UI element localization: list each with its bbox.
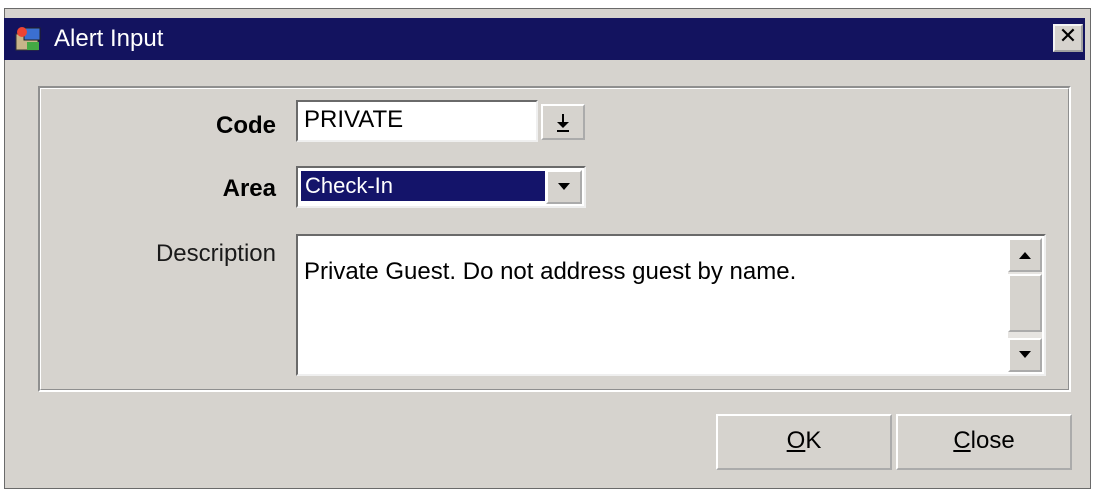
description-textarea[interactable]: Private Guest. Do not address guest by n… xyxy=(296,234,1046,376)
close-mnemonic: C xyxy=(953,427,971,454)
window-title: Alert Input xyxy=(54,25,164,52)
area-dropdown-button[interactable] xyxy=(546,170,582,204)
close-button[interactable]: Close xyxy=(896,414,1072,470)
ok-label-rest: K xyxy=(805,427,822,454)
chevron-up-icon xyxy=(1019,252,1031,259)
scroll-thumb[interactable] xyxy=(1008,274,1042,332)
description-text: Private Guest. Do not address guest by n… xyxy=(304,258,797,285)
title-bar: Alert Input ✕ xyxy=(4,18,1085,60)
download-arrow-icon xyxy=(557,114,569,132)
area-dropdown[interactable]: Check-In xyxy=(296,166,586,208)
chevron-down-icon xyxy=(558,183,570,190)
chevron-down-icon xyxy=(1019,351,1031,358)
code-field[interactable]: PRIVATE xyxy=(296,100,538,142)
area-selected-value: Check-In xyxy=(301,171,545,201)
ok-button[interactable]: OK xyxy=(716,414,892,470)
close-label-rest: lose xyxy=(970,427,1015,454)
ok-mnemonic: O xyxy=(786,427,806,454)
scroll-down-button[interactable] xyxy=(1008,338,1042,372)
top-strip xyxy=(0,0,1093,8)
description-label: Description xyxy=(155,240,276,267)
window-close-button[interactable]: ✕ xyxy=(1053,24,1083,52)
area-label: Area xyxy=(222,175,276,202)
code-lov-button[interactable] xyxy=(541,104,585,140)
code-label: Code xyxy=(216,112,276,139)
scroll-up-button[interactable] xyxy=(1008,238,1042,272)
app-icon xyxy=(15,27,41,51)
description-scrollbar[interactable] xyxy=(1008,238,1042,372)
